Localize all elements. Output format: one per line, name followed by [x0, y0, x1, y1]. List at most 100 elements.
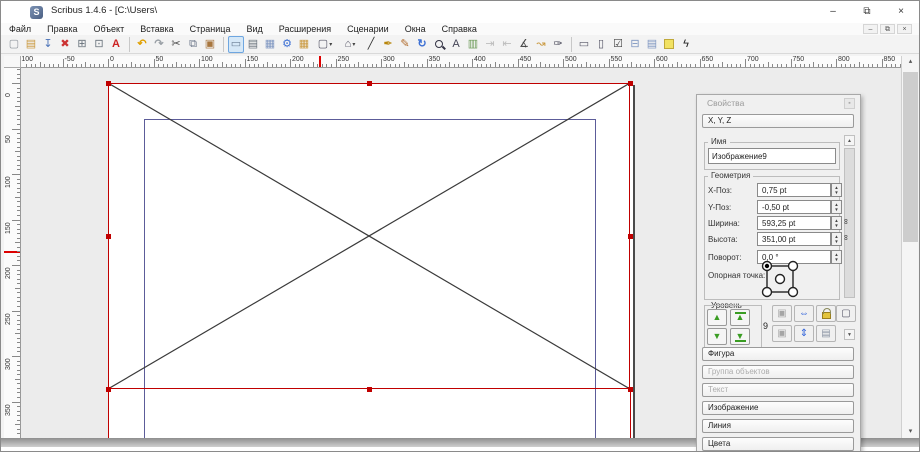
new-document-button[interactable]: ▢	[6, 36, 22, 53]
resize-handle-bottom-mid[interactable]	[367, 387, 372, 392]
width-input[interactable]: 593,25 pt▲▼	[757, 216, 831, 230]
selected-image-frame[interactable]	[108, 83, 630, 389]
minimize-button[interactable]: –	[816, 1, 850, 23]
tab-xyz[interactable]: X, Y, Z	[702, 114, 854, 128]
unlock-button[interactable]	[816, 305, 836, 322]
scrollbar-thumb[interactable]	[903, 72, 918, 242]
resize-handle-bottom-right[interactable]	[628, 387, 633, 392]
mdi-minimize-button[interactable]: –	[863, 24, 878, 34]
flip-vertical-button[interactable]: ⇕	[794, 325, 814, 342]
copy-item-properties-button[interactable]: ↝	[533, 36, 549, 53]
paste-button[interactable]: ▣	[202, 36, 218, 53]
insert-bezier-button[interactable]: ✒	[380, 36, 396, 53]
rotation-spinner[interactable]: ▲▼	[831, 250, 842, 264]
redo-button[interactable]: ↷	[151, 36, 167, 53]
pdf-checkbox-button[interactable]: ☑	[610, 36, 626, 53]
camera-alt-button[interactable]: ▣	[772, 325, 792, 342]
insert-polygon-button[interactable]: ⌂▾	[338, 36, 362, 53]
resize-handle-mid-left[interactable]	[106, 234, 111, 239]
edit-contents-button[interactable]: A	[448, 36, 464, 53]
y-pos-input[interactable]: -0,50 pt▲▼	[757, 200, 831, 214]
menu-item-2[interactable]: Объект	[86, 23, 133, 35]
pdf-text-field-button[interactable]: ▯	[593, 36, 609, 53]
object-name-input[interactable]: Изображение9	[708, 148, 836, 164]
preview-button[interactable]: ⊡	[91, 36, 107, 53]
y-pos-spinner[interactable]: ▲▼	[831, 200, 842, 214]
menu-item-9[interactable]: Справка	[434, 23, 485, 35]
save-document-button[interactable]: ↧	[40, 36, 56, 53]
restore-button[interactable]: ⧉	[850, 1, 884, 23]
open-document-button[interactable]: ▤	[23, 36, 39, 53]
camera-button[interactable]: ▣	[772, 305, 792, 322]
select-item-button[interactable]: ▭	[228, 36, 244, 53]
mdi-restore-button[interactable]: ⧉	[880, 24, 895, 34]
resize-handle-top-left[interactable]	[106, 81, 111, 86]
width-spinner[interactable]: ▲▼	[831, 216, 842, 230]
insert-render-frame-button[interactable]: ⚙	[279, 36, 295, 53]
edit-story-button[interactable]: ▥	[465, 36, 481, 53]
tab-0[interactable]: Фигура	[702, 347, 854, 361]
insert-shape-button[interactable]: ▢▾	[313, 36, 337, 53]
export-pdf-button[interactable]: A	[108, 36, 124, 53]
insert-image-frame-button[interactable]: ▦	[262, 36, 278, 53]
menu-item-4[interactable]: Страница	[182, 23, 239, 35]
tab-4[interactable]: Линия	[702, 419, 854, 433]
resize-handle-top-mid[interactable]	[367, 81, 372, 86]
basepoint-selector[interactable]	[759, 258, 801, 300]
link-width-height-icon[interactable]: ∞	[841, 235, 850, 241]
resize-handle-top-right[interactable]	[628, 81, 633, 86]
horizontal-ruler[interactable]: -100-50050100150200250300350400450500550…	[21, 56, 901, 68]
insert-text-frame-button[interactable]: ▤	[245, 36, 261, 53]
insert-line-button[interactable]: ╱	[363, 36, 379, 53]
lock-size-button[interactable]: ▢	[836, 305, 856, 322]
insert-table-button[interactable]: ▦	[296, 36, 312, 53]
close-button[interactable]: ×	[884, 1, 918, 23]
pdf-list-box-button[interactable]: ▤	[644, 36, 660, 53]
pdf-push-button-button[interactable]: ▭	[576, 36, 592, 53]
x-pos-input[interactable]: 0,75 pt▲▼	[757, 183, 831, 197]
palette-scroll-down-icon[interactable]: ▼	[844, 329, 855, 340]
height-input[interactable]: 351,00 pt▲▼	[757, 232, 831, 246]
raise-level-button[interactable]: ▲	[707, 309, 727, 326]
rotate-item-button[interactable]: ↻	[414, 36, 430, 53]
menu-item-7[interactable]: Сценарии	[339, 23, 397, 35]
scroll-down-icon[interactable]: ▾	[902, 426, 919, 438]
palette-close-button[interactable]: ▪	[844, 98, 855, 109]
pdf-text-annotation-button[interactable]	[661, 36, 677, 53]
cut-button[interactable]: ✂	[168, 36, 184, 53]
insert-freehand-button[interactable]: ✎	[397, 36, 413, 53]
x-pos-spinner[interactable]: ▲▼	[831, 183, 842, 197]
vertical-ruler[interactable]: 050100150200250300350	[4, 68, 21, 438]
canvas-vertical-scrollbar[interactable]: ▴ ▾	[901, 56, 918, 438]
close-document-button[interactable]: ✖	[57, 36, 73, 53]
height-spinner[interactable]: ▲▼	[831, 232, 842, 246]
menu-item-5[interactable]: Вид	[238, 23, 270, 35]
lower-level-button[interactable]: ▼	[707, 328, 727, 345]
ruler-origin-box[interactable]	[4, 56, 21, 68]
menu-item-1[interactable]: Правка	[39, 23, 85, 35]
tab-3[interactable]: Изображение	[702, 401, 854, 415]
measurements-button[interactable]: ∡	[516, 36, 532, 53]
menu-item-0[interactable]: Файл	[1, 23, 39, 35]
lower-to-bottom-button[interactable]: ▼	[730, 328, 750, 345]
pdf-combo-box-button[interactable]: ⊟	[627, 36, 643, 53]
pdf-link-annotation-button[interactable]: ϟ	[678, 36, 694, 53]
menu-item-8[interactable]: Окна	[397, 23, 434, 35]
print-button[interactable]: ⊞	[74, 36, 90, 53]
resize-handle-bottom-left[interactable]	[106, 387, 111, 392]
tab-5[interactable]: Цвета	[702, 437, 854, 451]
flip-horizontal-button[interactable]: ⇔	[794, 305, 814, 322]
menu-item-6[interactable]: Расширения	[271, 23, 339, 35]
scroll-up-icon[interactable]: ▴	[902, 56, 919, 68]
printer-button[interactable]: ▤	[816, 325, 836, 342]
link-width-height-icon[interactable]: ∞	[841, 219, 850, 225]
copy-button[interactable]: ⧉	[185, 36, 201, 53]
link-text-frames-button[interactable]: ⇥	[482, 36, 498, 53]
resize-handle-mid-right[interactable]	[628, 234, 633, 239]
menu-item-3[interactable]: Вставка	[132, 23, 181, 35]
zoom-tool-button[interactable]	[431, 36, 447, 53]
raise-to-top-button[interactable]: ▲	[730, 309, 750, 326]
mdi-close-button[interactable]: ×	[897, 24, 912, 34]
unlink-text-frames-button[interactable]: ⇤	[499, 36, 515, 53]
undo-button[interactable]: ↶	[134, 36, 150, 53]
